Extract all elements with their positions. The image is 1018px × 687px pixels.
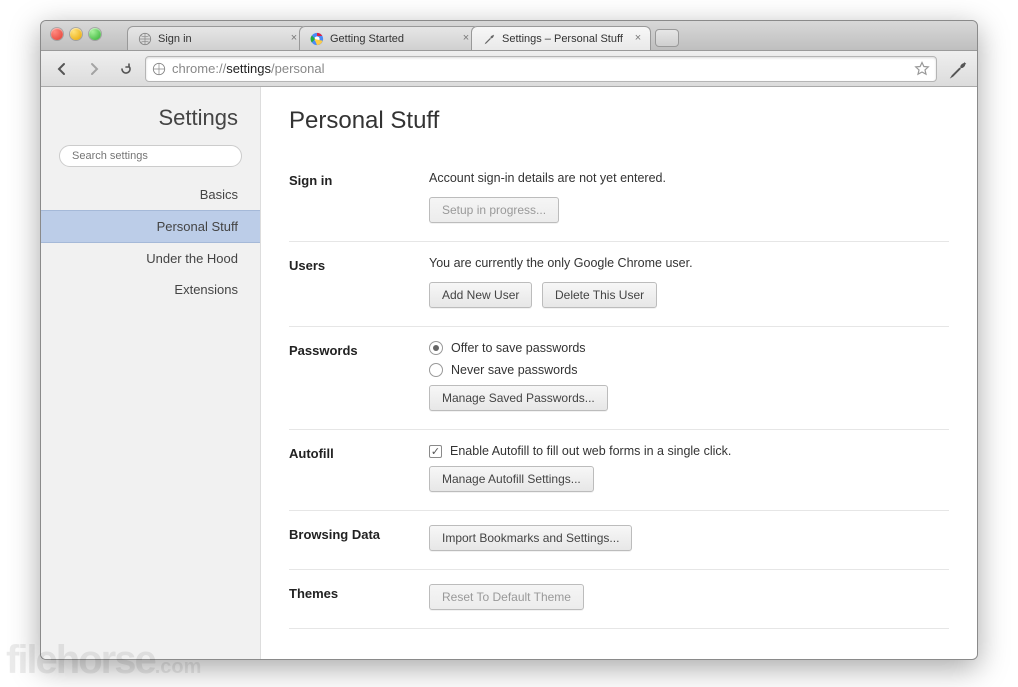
section-heading: Users (289, 256, 429, 308)
section-sign-in: Sign in Account sign-in details are not … (289, 157, 949, 242)
reload-button[interactable] (113, 57, 139, 81)
setup-in-progress-button[interactable]: Setup in progress... (429, 197, 559, 223)
sidebar-item-personal-stuff[interactable]: Personal Stuff (41, 210, 260, 243)
section-passwords: Passwords Offer to save passwords Never … (289, 327, 949, 430)
url-text[interactable]: chrome://settings/personal (172, 61, 908, 76)
zoom-window-button[interactable] (89, 28, 101, 40)
sidebar-item-extensions[interactable]: Extensions (41, 274, 260, 305)
radio-label: Never save passwords (451, 363, 577, 377)
tab-label: Settings – Personal Stuff (502, 33, 623, 45)
wrench-icon (482, 32, 496, 46)
bookmark-star-icon[interactable] (914, 61, 930, 77)
checkbox-icon (429, 445, 442, 458)
section-heading: Browsing Data (289, 525, 429, 551)
forward-button[interactable] (81, 57, 107, 81)
window-titlebar: Sign in × Getting Started × Settings – P… (41, 21, 977, 51)
section-users: Users You are currently the only Google … (289, 242, 949, 327)
tab-close-icon[interactable]: × (632, 32, 644, 44)
url-path: /personal (271, 61, 324, 76)
url-host: settings (226, 61, 271, 76)
checkbox-enable-autofill[interactable]: Enable Autofill to fill out web forms in… (429, 444, 949, 458)
section-heading: Sign in (289, 171, 429, 223)
radio-offer-save-passwords[interactable]: Offer to save passwords (429, 341, 949, 355)
address-bar[interactable]: chrome://settings/personal (145, 56, 937, 82)
browser-window: Sign in × Getting Started × Settings – P… (40, 20, 978, 660)
tab-label: Sign in (158, 33, 192, 45)
content-area: Settings Basics Personal Stuff Under the… (41, 87, 977, 659)
settings-sidebar: Settings Basics Personal Stuff Under the… (41, 87, 261, 659)
reset-theme-button[interactable]: Reset To Default Theme (429, 584, 584, 610)
radio-never-save-passwords[interactable]: Never save passwords (429, 363, 949, 377)
globe-icon (138, 32, 152, 46)
sidebar-item-under-the-hood[interactable]: Under the Hood (41, 243, 260, 274)
close-window-button[interactable] (51, 28, 63, 40)
settings-main[interactable]: Personal Stuff Sign in Account sign-in d… (261, 87, 977, 659)
back-button[interactable] (49, 57, 75, 81)
minimize-window-button[interactable] (70, 28, 82, 40)
toolbar: chrome://settings/personal (41, 51, 977, 87)
manage-saved-passwords-button[interactable]: Manage Saved Passwords... (429, 385, 608, 411)
chrome-icon (310, 32, 324, 46)
traffic-lights (51, 28, 101, 40)
checkbox-label: Enable Autofill to fill out web forms in… (450, 444, 731, 458)
sidebar-title: Settings (41, 105, 260, 145)
section-browsing-data: Browsing Data Import Bookmarks and Setti… (289, 511, 949, 570)
tab-getting-started[interactable]: Getting Started × (299, 26, 479, 50)
radio-icon (429, 363, 443, 377)
tab-strip: Sign in × Getting Started × Settings – P… (127, 21, 679, 50)
url-scheme: chrome:// (172, 61, 226, 76)
radio-icon (429, 341, 443, 355)
section-heading: Themes (289, 584, 429, 610)
import-bookmarks-button[interactable]: Import Bookmarks and Settings... (429, 525, 632, 551)
tab-settings[interactable]: Settings – Personal Stuff × (471, 26, 651, 50)
tab-sign-in[interactable]: Sign in × (127, 26, 307, 50)
delete-this-user-button[interactable]: Delete This User (542, 282, 657, 308)
section-themes: Themes Reset To Default Theme (289, 570, 949, 629)
new-tab-button[interactable] (655, 29, 679, 47)
add-new-user-button[interactable]: Add New User (429, 282, 532, 308)
sidebar-nav: Basics Personal Stuff Under the Hood Ext… (41, 179, 260, 305)
sign-in-description: Account sign-in details are not yet ente… (429, 171, 949, 185)
users-description: You are currently the only Google Chrome… (429, 256, 949, 270)
section-autofill: Autofill Enable Autofill to fill out web… (289, 430, 949, 511)
section-heading: Autofill (289, 444, 429, 492)
manage-autofill-settings-button[interactable]: Manage Autofill Settings... (429, 466, 594, 492)
site-info-icon[interactable] (152, 62, 166, 76)
radio-label: Offer to save passwords (451, 341, 586, 355)
page-title: Personal Stuff (289, 107, 949, 135)
search-settings-input[interactable] (59, 145, 242, 167)
wrench-menu-icon[interactable] (947, 58, 969, 80)
tab-label: Getting Started (330, 33, 404, 45)
section-heading: Passwords (289, 341, 429, 411)
sidebar-item-basics[interactable]: Basics (41, 179, 260, 210)
